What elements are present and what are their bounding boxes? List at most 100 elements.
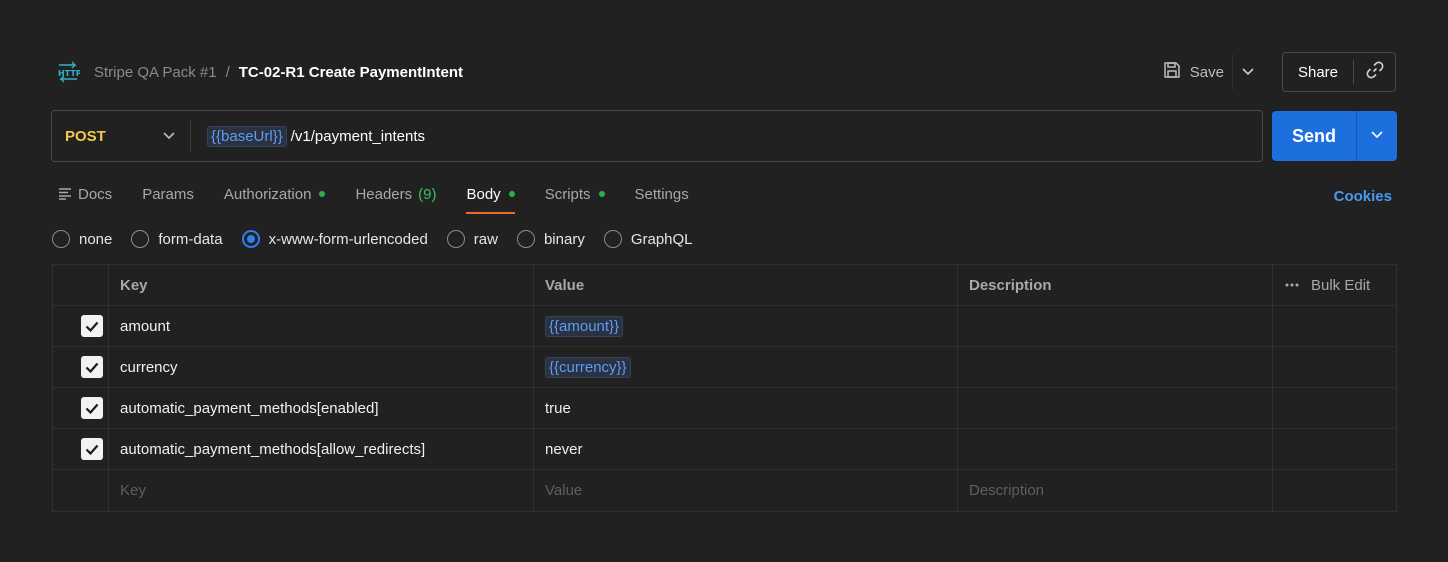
header-checkbox-cell xyxy=(53,265,109,305)
value-text: never xyxy=(545,440,583,458)
url-input[interactable]: {{baseUrl}} /v1/payment_intents xyxy=(191,111,1262,161)
tab-label: Docs xyxy=(78,185,113,203)
tab-params[interactable]: Params xyxy=(142,180,194,208)
value-cell[interactable]: {{currency}} xyxy=(534,347,958,387)
key-cell[interactable]: amount xyxy=(109,306,534,346)
radio-label: GraphQL xyxy=(630,230,693,248)
key-cell[interactable]: currency xyxy=(109,347,534,387)
key-text: automatic_payment_methods[enabled] xyxy=(120,399,379,417)
key-text: currency xyxy=(120,358,178,376)
value-variable: {{currency}} xyxy=(545,356,631,378)
key-input[interactable]: Key xyxy=(109,470,534,511)
tab-label: Scripts xyxy=(544,185,591,203)
column-header-key: Key xyxy=(109,265,534,305)
request-editor: HTTP Stripe QA Pack #1 / TC-02-R1 Create… xyxy=(0,0,1448,562)
radio-circle xyxy=(516,230,535,248)
request-header: HTTP Stripe QA Pack #1 / TC-02-R1 Create… xyxy=(56,52,1396,92)
cookies-link[interactable]: Cookies xyxy=(1334,188,1392,205)
breadcrumb-separator: / xyxy=(225,63,230,81)
radio-graphql[interactable]: GraphQL xyxy=(603,230,693,248)
save-button[interactable]: Save xyxy=(1154,54,1232,90)
key-cell[interactable]: automatic_payment_methods[enabled] xyxy=(109,388,534,428)
tab-docs[interactable]: Docs xyxy=(58,180,112,208)
value-input[interactable]: Value xyxy=(534,470,958,511)
row-actions-cell xyxy=(1273,306,1396,346)
value-placeholder: Value xyxy=(545,482,583,499)
radio-circle xyxy=(52,230,70,248)
tab-scripts[interactable]: Scripts xyxy=(545,180,605,208)
save-options-button[interactable] xyxy=(1231,54,1264,90)
table-row: automatic_payment_methods[enabled] true xyxy=(53,388,1396,429)
row-actions-cell xyxy=(1273,429,1396,469)
row-checkbox[interactable] xyxy=(80,356,103,378)
method-label: POST xyxy=(65,127,106,145)
tab-label: Params xyxy=(142,185,194,203)
radio-none[interactable]: none xyxy=(52,230,112,248)
radio-raw[interactable]: raw xyxy=(446,230,498,248)
description-cell[interactable] xyxy=(958,388,1273,428)
radio-label: none xyxy=(79,230,113,248)
tab-label: Settings xyxy=(634,185,689,203)
row-checkbox[interactable] xyxy=(80,397,103,419)
save-label: Save xyxy=(1189,63,1224,81)
value-cell[interactable]: {{amount}} xyxy=(534,306,958,346)
description-cell[interactable] xyxy=(958,306,1273,346)
key-cell[interactable]: automatic_payment_methods[allow_redirect… xyxy=(109,429,534,469)
request-tabs: Docs Params Authorization Headers (9) Bo… xyxy=(58,180,1392,214)
breadcrumb-collection[interactable]: Stripe QA Pack #1 xyxy=(94,64,217,81)
tab-body[interactable]: Body xyxy=(466,180,515,214)
headers-count: (9) xyxy=(418,185,437,203)
description-cell[interactable] xyxy=(958,347,1273,387)
row-checkbox-cell xyxy=(53,388,109,428)
table-row: currency {{currency}} xyxy=(53,347,1396,388)
value-text: true xyxy=(545,399,571,417)
checkmark-icon xyxy=(85,444,98,455)
checkmark-icon xyxy=(85,362,98,373)
share-button[interactable]: Share xyxy=(1283,53,1353,91)
row-checkbox[interactable] xyxy=(80,438,103,460)
radio-form-data[interactable]: form-data xyxy=(131,230,223,248)
send-button[interactable]: Send xyxy=(1272,111,1356,161)
tab-authorization[interactable]: Authorization xyxy=(224,180,326,208)
radio-binary[interactable]: binary xyxy=(516,230,585,248)
more-icon[interactable] xyxy=(1285,283,1299,287)
copy-link-button[interactable] xyxy=(1353,60,1395,84)
row-checkbox-cell xyxy=(53,347,109,387)
svg-text:HTTP: HTTP xyxy=(58,69,80,78)
chevron-down-icon xyxy=(162,131,176,141)
tab-headers[interactable]: Headers (9) xyxy=(355,180,436,208)
url-variable[interactable]: {{baseUrl}} xyxy=(207,125,287,147)
column-header-value: Value xyxy=(534,265,958,305)
row-checkbox-cell xyxy=(53,470,109,511)
table-row: automatic_payment_methods[allow_redirect… xyxy=(53,429,1396,470)
body-params-table: Key Value Description Bulk Edit amount {… xyxy=(52,264,1397,512)
send-group: Send xyxy=(1272,111,1397,161)
description-placeholder: Description xyxy=(969,482,1045,499)
key-placeholder: Key xyxy=(120,482,146,499)
bulk-edit-button[interactable]: Bulk Edit xyxy=(1273,265,1396,305)
column-header-description: Description xyxy=(958,265,1273,305)
row-actions-cell xyxy=(1273,388,1396,428)
row-checkbox[interactable] xyxy=(80,315,103,337)
method-select[interactable]: POST xyxy=(52,111,190,161)
body-type-radios: none form-data x-www-form-urlencoded raw… xyxy=(52,228,712,250)
row-checkbox-cell xyxy=(53,306,109,346)
send-options-button[interactable] xyxy=(1356,111,1397,161)
value-cell[interactable]: never xyxy=(534,429,958,469)
request-title[interactable]: TC-02-R1 Create PaymentIntent xyxy=(239,64,463,81)
checkmark-icon xyxy=(85,403,98,414)
tab-settings[interactable]: Settings xyxy=(635,180,689,208)
tab-label: Authorization xyxy=(223,185,312,203)
value-variable: {{amount}} xyxy=(545,315,624,337)
description-input[interactable]: Description xyxy=(958,470,1273,511)
save-icon xyxy=(1162,60,1182,84)
status-dot xyxy=(598,191,605,197)
value-cell[interactable]: true xyxy=(534,388,958,428)
url-path: /v1/payment_intents xyxy=(290,127,425,145)
share-group: Share xyxy=(1281,52,1396,92)
radio-x-www-form-urlencoded[interactable]: x-www-form-urlencoded xyxy=(241,230,428,248)
description-cell[interactable] xyxy=(958,429,1273,469)
radio-circle xyxy=(603,230,622,248)
key-text: amount xyxy=(120,317,171,335)
chevron-down-icon xyxy=(1370,127,1384,145)
